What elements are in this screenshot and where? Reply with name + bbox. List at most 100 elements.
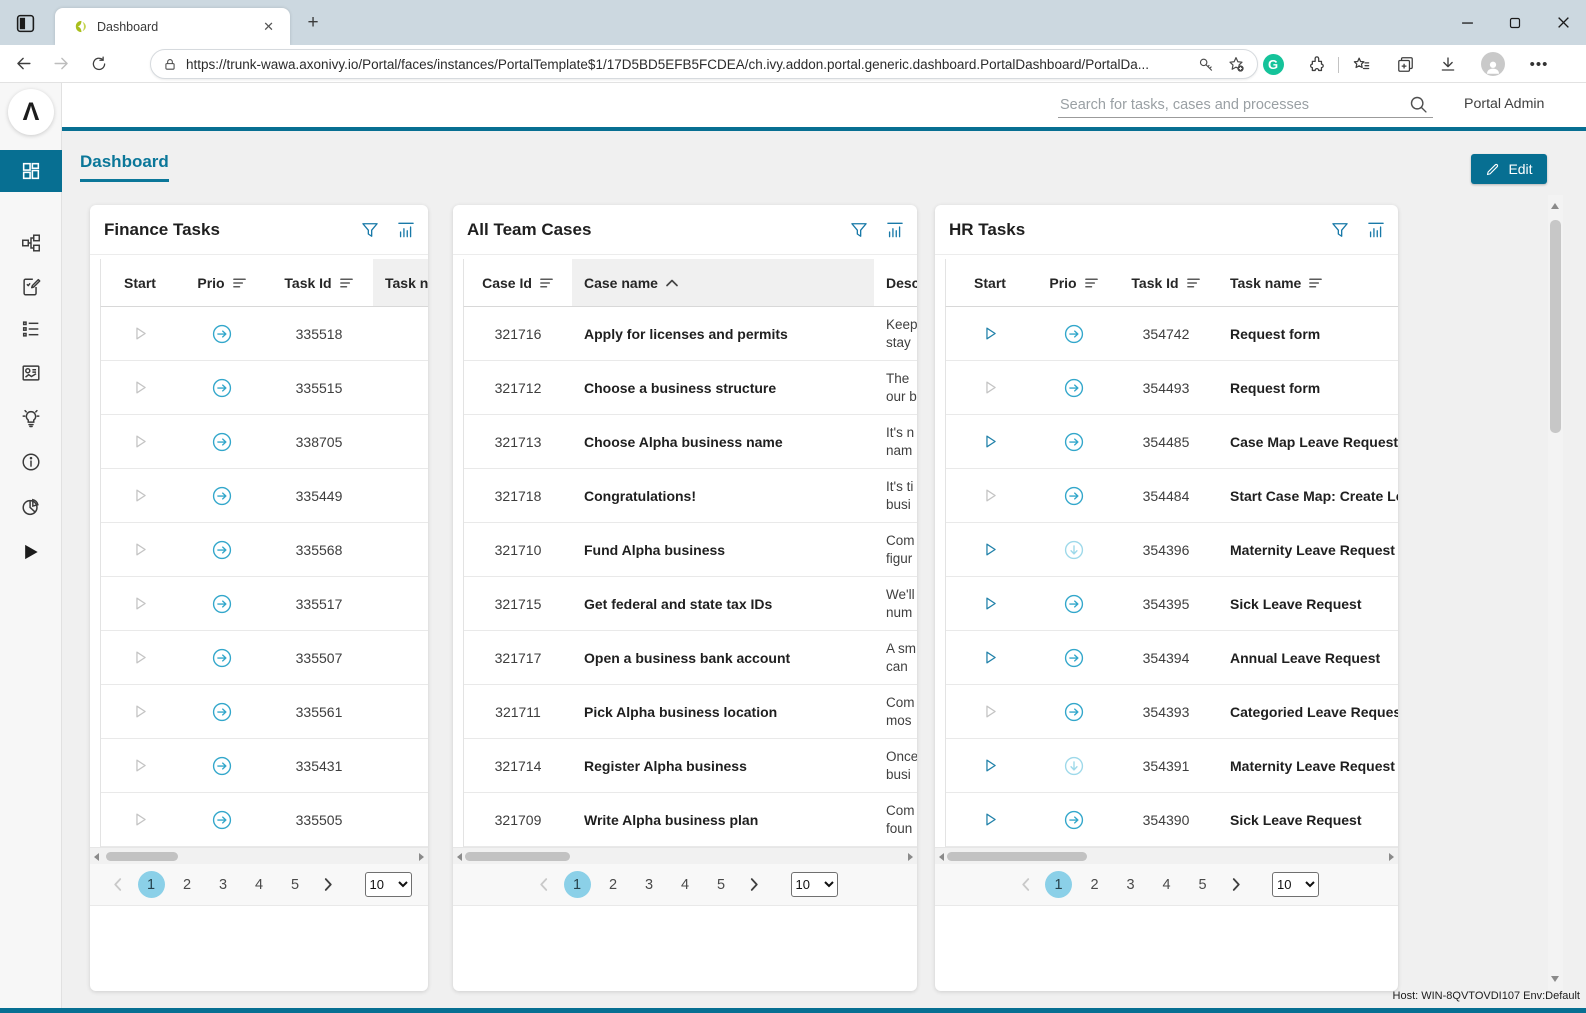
start-task-cell[interactable] — [946, 685, 1034, 738]
scroll-left-icon[interactable] — [94, 853, 99, 861]
dashboard-tab[interactable]: Dashboard — [80, 152, 169, 182]
sidebar-item-tasks[interactable] — [0, 266, 62, 308]
start-task-cell[interactable] — [101, 523, 179, 576]
page-button-4[interactable]: 4 — [246, 871, 273, 898]
column-header-task-id[interactable]: Task Id — [1114, 259, 1218, 306]
sidebar-item-cases[interactable] — [0, 308, 62, 350]
filter-icon[interactable] — [360, 220, 380, 240]
minimize-button[interactable] — [1452, 8, 1482, 38]
start-task-cell[interactable] — [946, 469, 1034, 522]
scroll-right-icon[interactable] — [908, 853, 913, 861]
play-icon[interactable] — [982, 541, 999, 558]
next-page-button[interactable] — [744, 874, 766, 896]
scrollbar-thumb[interactable] — [1550, 220, 1561, 433]
previous-page-button[interactable] — [533, 874, 555, 896]
page-button-3[interactable]: 3 — [636, 871, 663, 898]
next-page-button[interactable] — [1225, 874, 1247, 896]
previous-page-button[interactable] — [1014, 874, 1036, 896]
column-header-prio[interactable]: Prio — [179, 259, 265, 306]
start-task-cell[interactable] — [946, 577, 1034, 630]
sidebar-item-reports[interactable] — [0, 486, 62, 528]
horizontal-scrollbar[interactable] — [453, 847, 917, 864]
tab-actions-icon[interactable] — [13, 11, 37, 35]
play-icon[interactable] — [132, 325, 149, 342]
start-task-cell[interactable] — [946, 361, 1034, 414]
start-task-cell[interactable] — [101, 307, 179, 360]
browser-tab[interactable]: Dashboard ✕ — [55, 8, 290, 45]
page-button-1[interactable]: 1 — [138, 871, 165, 898]
scrollbar-thumb[interactable] — [106, 852, 178, 861]
statistics-icon[interactable] — [1366, 220, 1386, 240]
column-header-task-name[interactable]: Task name — [373, 259, 428, 306]
play-icon[interactable] — [982, 703, 999, 720]
play-icon[interactable] — [132, 433, 149, 450]
sidebar-item-statistics[interactable] — [0, 352, 62, 394]
play-icon[interactable] — [982, 433, 999, 450]
page-button-5[interactable]: 5 — [1189, 871, 1216, 898]
grammarly-extension-icon[interactable]: G — [1258, 49, 1288, 79]
extensions-icon[interactable] — [1302, 49, 1332, 79]
page-button-2[interactable]: 2 — [1081, 871, 1108, 898]
scroll-left-icon[interactable] — [939, 853, 944, 861]
column-header-desc[interactable]: Desc — [874, 259, 917, 306]
page-button-1[interactable]: 1 — [1045, 871, 1072, 898]
start-task-cell[interactable] — [946, 523, 1034, 576]
password-key-icon[interactable] — [1198, 56, 1215, 73]
page-scrollbar[interactable] — [1548, 195, 1563, 990]
maximize-button[interactable] — [1500, 8, 1530, 38]
next-page-button[interactable] — [318, 874, 340, 896]
tab-close-icon[interactable]: ✕ — [257, 17, 280, 37]
search-icon[interactable] — [1408, 94, 1429, 115]
column-header-task-id[interactable]: Task Id — [265, 259, 373, 306]
page-button-5[interactable]: 5 — [708, 871, 735, 898]
start-task-cell[interactable] — [101, 577, 179, 630]
scrollbar-thumb[interactable] — [947, 852, 1087, 861]
start-task-cell[interactable] — [101, 469, 179, 522]
start-task-cell[interactable] — [946, 307, 1034, 360]
play-icon[interactable] — [132, 757, 149, 774]
profile-avatar[interactable] — [1478, 49, 1508, 79]
close-window-button[interactable] — [1548, 8, 1578, 38]
play-icon[interactable] — [132, 811, 149, 828]
start-task-cell[interactable] — [101, 631, 179, 684]
address-bar[interactable]: https://trunk-wawa.axonivy.io/Portal/fac… — [150, 49, 1258, 79]
sidebar-item-ideas[interactable] — [0, 397, 62, 439]
scroll-down-icon[interactable] — [1551, 976, 1559, 982]
scrollbar-thumb[interactable] — [465, 852, 570, 861]
refresh-icon[interactable] — [84, 49, 114, 79]
start-task-cell[interactable] — [946, 415, 1034, 468]
sidebar-item-info[interactable] — [0, 441, 62, 483]
play-icon[interactable] — [982, 325, 999, 342]
play-icon[interactable] — [132, 487, 149, 504]
start-task-cell[interactable] — [101, 685, 179, 738]
play-icon[interactable] — [132, 703, 149, 720]
search-input[interactable] — [1058, 94, 1433, 118]
page-button-5[interactable]: 5 — [282, 871, 309, 898]
start-task-cell[interactable] — [101, 415, 179, 468]
favorites-bar-icon[interactable] — [1346, 49, 1376, 79]
start-task-cell[interactable] — [101, 739, 179, 792]
statistics-icon[interactable] — [396, 220, 416, 240]
page-size-select[interactable]: 10 — [1272, 872, 1319, 897]
play-icon[interactable] — [132, 379, 149, 396]
sidebar-item-run[interactable] — [0, 531, 62, 573]
play-icon[interactable] — [982, 595, 999, 612]
start-task-cell[interactable] — [101, 361, 179, 414]
start-task-cell[interactable] — [946, 739, 1034, 792]
page-button-4[interactable]: 4 — [1153, 871, 1180, 898]
filter-icon[interactable] — [849, 220, 869, 240]
scroll-left-icon[interactable] — [457, 853, 462, 861]
new-tab-button[interactable]: + — [300, 10, 326, 36]
edit-dashboard-button[interactable]: Edit — [1471, 154, 1547, 184]
page-button-1[interactable]: 1 — [564, 871, 591, 898]
favorite-star-icon[interactable] — [1227, 55, 1245, 73]
start-task-cell[interactable] — [101, 793, 179, 846]
play-icon[interactable] — [982, 379, 999, 396]
play-icon[interactable] — [132, 541, 149, 558]
downloads-icon[interactable] — [1433, 49, 1463, 79]
play-icon[interactable] — [132, 649, 149, 666]
column-header-start[interactable]: Start — [101, 259, 179, 306]
column-header-case-name[interactable]: Case name — [572, 259, 874, 306]
collections-icon[interactable] — [1390, 49, 1420, 79]
page-button-3[interactable]: 3 — [1117, 871, 1144, 898]
